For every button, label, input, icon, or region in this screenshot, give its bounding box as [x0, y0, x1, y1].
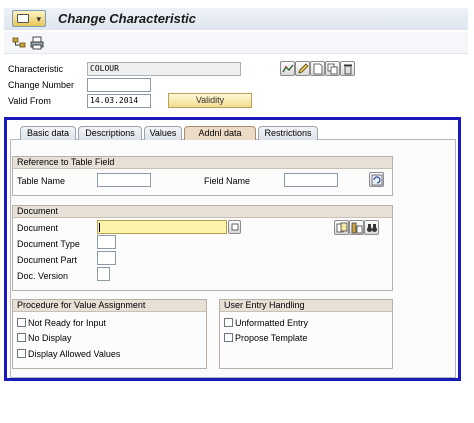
field-name-label: Field Name	[204, 176, 251, 186]
pencil-icon	[298, 63, 309, 74]
copy-icon	[327, 63, 338, 75]
propose-template-label: Propose Template	[235, 333, 308, 343]
reference-group-title: Reference to Table Field	[13, 157, 392, 169]
display-allowed-values-label: Display Allowed Values	[28, 349, 121, 359]
text-cursor	[99, 223, 100, 232]
change-number-label: Change Number	[8, 80, 75, 90]
no-display-checkbox[interactable]	[17, 333, 26, 342]
field-name-field[interactable]	[284, 173, 338, 187]
display-allowed-values-checkbox[interactable]	[17, 349, 26, 358]
binoculars-icon	[367, 224, 377, 232]
title-bar: ▾ Change Characteristic	[4, 8, 468, 30]
page-title: Change Characteristic	[58, 11, 196, 26]
value-help-icon	[231, 223, 239, 231]
doc-version-label: Doc. Version	[17, 271, 69, 281]
document-value-help[interactable]	[228, 220, 241, 234]
valid-from-label: Valid From	[8, 96, 51, 106]
not-ready-for-input-label: Not Ready for Input	[28, 318, 107, 328]
document-type-label: Document Type	[17, 239, 80, 249]
create-button[interactable]	[310, 61, 325, 76]
change-number-field[interactable]	[87, 78, 151, 92]
document-part-label: Document Part	[17, 255, 78, 265]
doc-version-field[interactable]	[97, 267, 110, 281]
unformatted-entry-checkbox[interactable]	[224, 318, 233, 327]
table-name-field[interactable]	[97, 173, 151, 187]
print-icon[interactable]	[30, 36, 44, 50]
unformatted-entry-label: Unformatted Entry	[235, 318, 309, 328]
refresh-button[interactable]	[369, 172, 384, 187]
edit-assign-button[interactable]	[280, 61, 295, 76]
change-button[interactable]	[295, 61, 310, 76]
classify-icon	[282, 64, 294, 73]
copy-button[interactable]	[325, 61, 340, 76]
document-type-field[interactable]	[97, 235, 116, 249]
valid-from-field[interactable]: 14.03.2014	[87, 94, 151, 108]
tab-basic-data[interactable]: Basic data	[20, 126, 76, 140]
user-entry-group-title: User Entry Handling	[220, 300, 392, 312]
procedure-group-title: Procedure for Value Assignment	[13, 300, 206, 312]
document-part-field[interactable]	[97, 251, 116, 265]
characteristic-field[interactable]: COLOUR	[87, 62, 241, 76]
document-display-button[interactable]	[334, 220, 349, 235]
table-name-label: Table Name	[17, 176, 66, 186]
validity-button[interactable]: Validity	[168, 93, 252, 108]
chevron-down-icon: ▾	[36, 14, 41, 24]
refresh-icon	[371, 174, 383, 186]
document-label: Document	[17, 223, 59, 233]
display-document-icon	[336, 222, 348, 233]
characteristic-label: Characteristic	[8, 64, 64, 74]
document-field[interactable]	[97, 220, 227, 234]
new-document-icon	[313, 63, 323, 75]
tab-values[interactable]: Values	[144, 126, 182, 140]
document-structure-icon	[351, 222, 363, 234]
not-ready-for-input-checkbox[interactable]	[17, 318, 26, 327]
tab-addnl-data[interactable]: Addnl data	[184, 126, 256, 140]
system-menu-button[interactable]: ▾	[12, 10, 46, 27]
document-search-button[interactable]	[364, 220, 379, 235]
document-group-title: Document	[13, 206, 392, 218]
tab-restrictions[interactable]: Restrictions	[258, 126, 318, 140]
document-structure-button[interactable]	[349, 220, 364, 235]
propose-template-checkbox[interactable]	[224, 333, 233, 342]
hierarchy-icon[interactable]	[12, 36, 26, 50]
tab-descriptions[interactable]: Descriptions	[78, 126, 142, 140]
no-display-label: No Display	[28, 333, 72, 343]
delete-button[interactable]	[340, 61, 355, 76]
window-icon	[17, 14, 29, 23]
trash-icon	[344, 64, 352, 75]
application-toolbar	[4, 32, 468, 54]
